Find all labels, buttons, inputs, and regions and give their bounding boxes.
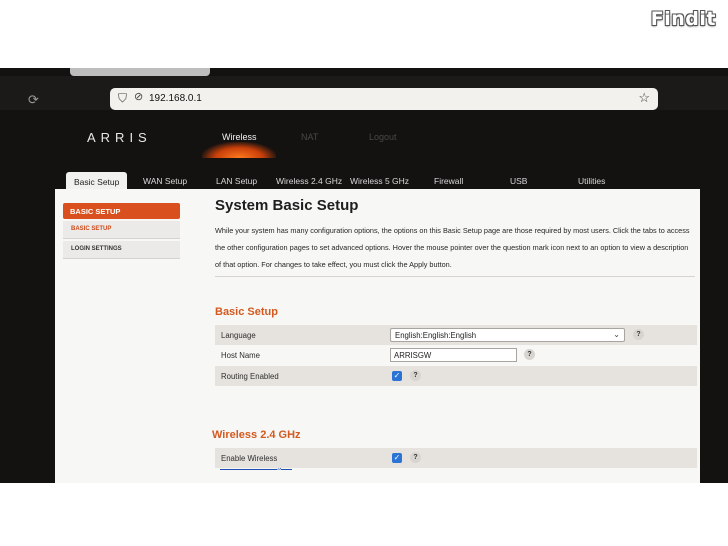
page-title: System Basic Setup (215, 197, 359, 214)
tab-wan-setup[interactable]: WAN Setup (143, 176, 187, 186)
help-icon[interactable]: ? (633, 329, 644, 340)
tab-wireless-24[interactable]: Wireless 2.4 GHz (276, 176, 342, 186)
host-name-label: Host Name (221, 351, 260, 360)
language-select[interactable]: English:English:English ⌄ (390, 328, 625, 342)
host-name-row: Host Name ARRISGW ? (215, 345, 697, 365)
routing-checkbox[interactable]: ✓ (392, 371, 402, 381)
sidebar-item-basic-setup[interactable]: BASIC SETUP (63, 221, 180, 239)
language-label: Language (221, 331, 256, 340)
tab-wireless-5[interactable]: Wireless 5 GHz (350, 176, 409, 186)
routing-row: Routing Enabled ✓ ? (215, 366, 697, 386)
active-nav-glow (202, 142, 276, 158)
tab-firewall[interactable]: Firewall (434, 176, 463, 186)
help-icon[interactable]: ? (410, 370, 421, 381)
tab-utilities[interactable]: Utilities (578, 176, 605, 186)
monitor-screen: ⟳ ⛉ ⊘ 192.168.0.1 ☆ ARRIS Wireless NAT L… (0, 68, 728, 483)
settings-page: BASIC SETUP BASIC SETUP LOGIN SETTINGS S… (55, 189, 700, 483)
top-nav-wireless[interactable]: Wireless (222, 132, 257, 142)
url-text[interactable]: 192.168.0.1 (149, 93, 202, 104)
language-row: Language English:English:English ⌄ ? (215, 325, 697, 345)
divider (215, 276, 695, 277)
page-description: While your system has many configuration… (215, 226, 690, 269)
language-value: English:English:English (395, 331, 477, 340)
screenshot-photo: Findit ⟳ ⛉ ⊘ 192.168.0.1 ☆ ARRIS Wireles… (0, 0, 728, 546)
help-icon[interactable]: ? (410, 452, 421, 463)
wireless-heading: Wireless 2.4 GHz (212, 429, 301, 441)
enable-wireless-checkbox[interactable]: ✓ (392, 453, 402, 463)
tab-lan-setup[interactable]: LAN Setup (216, 176, 257, 186)
host-name-input[interactable]: ARRISGW (390, 348, 517, 362)
help-icon[interactable]: ? (524, 349, 535, 360)
watermark-logo: Findit (650, 8, 716, 30)
main-content: System Basic Setup While your system has… (215, 197, 695, 273)
browser-toolbar: ⟳ ⛉ ⊘ 192.168.0.1 ☆ (0, 76, 728, 110)
sidebar-heading: BASIC SETUP (63, 203, 180, 219)
basic-setup-heading: Basic Setup (215, 306, 278, 318)
shield-icon[interactable]: ⛉ (118, 92, 127, 104)
enable-wireless-row: Enable Wireless ✓ ? (215, 448, 697, 468)
browser-tab-strip[interactable] (70, 68, 210, 76)
address-bar[interactable]: ⛉ ⊘ 192.168.0.1 ☆ (110, 88, 658, 110)
chevron-down-icon: ⌄ (613, 330, 620, 339)
connection-icon[interactable]: ⊘ (134, 92, 143, 103)
routing-label: Routing Enabled (221, 372, 279, 381)
arris-logo: ARRIS (87, 130, 152, 145)
tab-usb[interactable]: USB (510, 176, 527, 186)
reload-icon[interactable]: ⟳ (28, 93, 42, 106)
sub-navigation: Basic Setup WAN Setup LAN Setup Wireless… (0, 172, 728, 190)
top-nav-nat[interactable]: NAT (301, 132, 318, 142)
sidebar: BASIC SETUP BASIC SETUP LOGIN SETTINGS (63, 203, 180, 259)
tab-basic-setup[interactable]: Basic Setup (66, 172, 128, 190)
bookmark-star-icon[interactable]: ☆ (638, 91, 650, 104)
sidebar-item-login-settings[interactable]: LOGIN SETTINGS (63, 241, 180, 259)
enable-wireless-label: Enable Wireless (221, 454, 278, 463)
top-nav-logout[interactable]: Logout (369, 132, 397, 142)
